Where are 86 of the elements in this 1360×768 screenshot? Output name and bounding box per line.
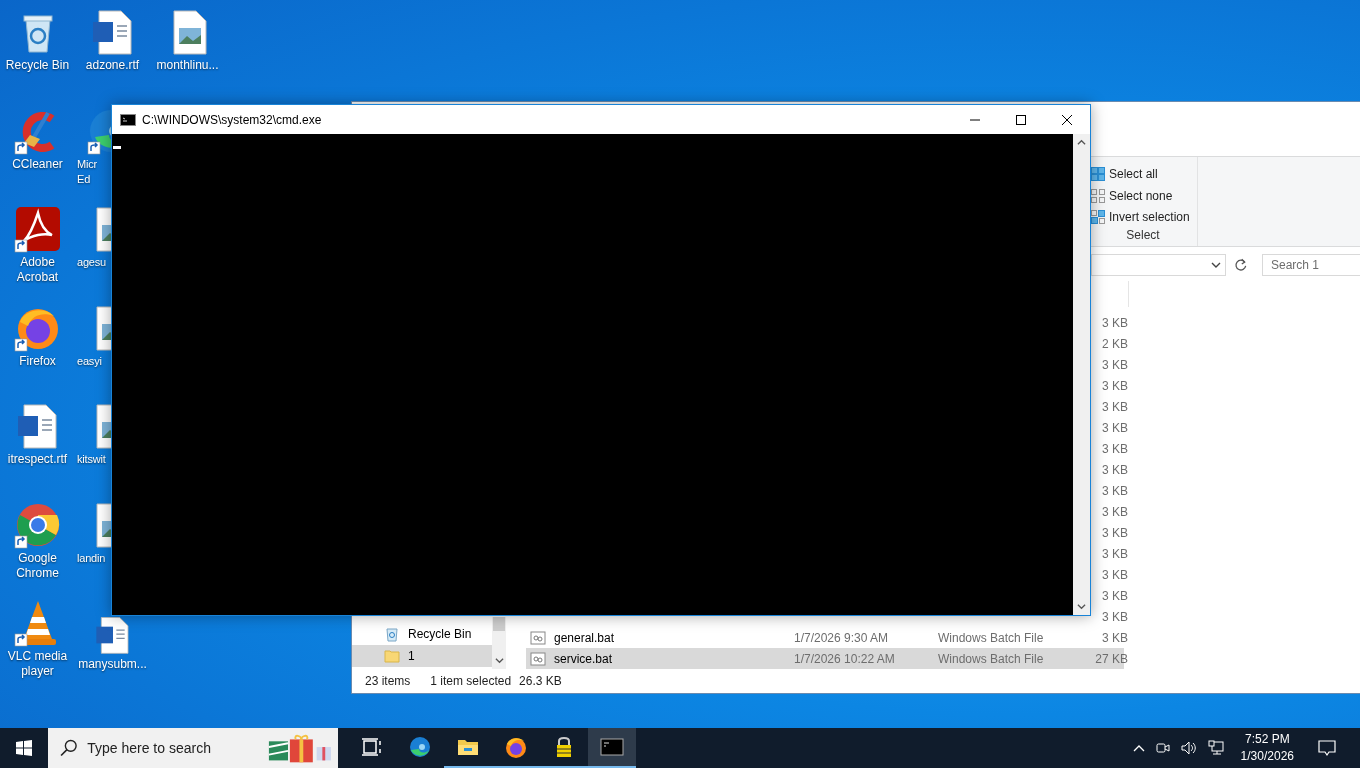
camera-icon[interactable] <box>1154 740 1171 756</box>
batch-file-icon <box>530 651 546 666</box>
scroll-down-icon[interactable] <box>494 656 504 665</box>
icon-label[interactable]: Firefox <box>19 353 56 369</box>
close-icon <box>1062 114 1072 125</box>
icon-label[interactable]: Micr Ed <box>75 156 97 187</box>
icon-label[interactable]: Recycle Bin <box>5 58 70 73</box>
file-size: 2 KB <box>1101 336 1128 351</box>
folder-icon <box>384 648 400 664</box>
selection-info: 1 item selected <box>430 674 512 688</box>
nav-item[interactable]: 1 <box>352 645 492 667</box>
file-type: Windows Batch File <box>938 630 1045 645</box>
file-size: 3 KB <box>1101 462 1128 477</box>
file-size: 3 KB <box>1101 483 1128 498</box>
file-size: 3 KB <box>1101 630 1128 645</box>
file-size: 3 KB <box>1101 525 1128 540</box>
file-size: 3 KB <box>1101 546 1128 561</box>
file-size: 3 KB <box>1101 588 1128 603</box>
pdf-app-icon[interactable] <box>13 205 62 253</box>
file-size: 3 KB <box>1101 609 1128 624</box>
refresh-icon[interactable] <box>1234 258 1248 272</box>
item-count: 23 items <box>365 674 411 688</box>
window-title: C:\WINDOWS\system32\cmd.exe <box>142 112 322 127</box>
taskbar-app[interactable] <box>588 728 636 768</box>
icon-label[interactable]: VLC media player <box>7 649 68 679</box>
console-icon <box>600 735 624 759</box>
file-size: 3 KB <box>1101 567 1128 582</box>
file-size: 3 KB <box>1101 315 1128 330</box>
text-cursor <box>113 146 121 149</box>
clock[interactable]: 7:52 PM 1/30/2026 <box>1240 731 1294 765</box>
group-label: Select <box>1126 228 1160 242</box>
file-size: 3 KB <box>1101 441 1128 456</box>
file-date: 1/7/2026 10:22 AM <box>794 651 896 666</box>
icon-label[interactable]: itrespect.rtf <box>7 452 68 467</box>
search-bar[interactable]: Type here to search <box>48 728 338 768</box>
icon-label[interactable]: monthlinu... <box>156 58 219 73</box>
file-size: 3 KB <box>1101 399 1128 414</box>
grid-icon <box>1091 210 1105 225</box>
address-field[interactable] <box>1091 254 1227 276</box>
search-icon <box>60 739 78 757</box>
file-name: service.bat <box>554 651 614 666</box>
scroll-up-icon[interactable] <box>1077 138 1086 147</box>
file-size: 3 KB <box>1101 357 1128 372</box>
scrollbar[interactable] <box>492 617 506 669</box>
selection-size: 26.3 KB <box>519 674 562 688</box>
file-size: 3 KB <box>1101 504 1128 519</box>
maximize-icon <box>1016 114 1026 125</box>
file-type: Windows Batch File <box>938 651 1045 666</box>
browser-icon <box>408 735 432 759</box>
minimize-icon <box>970 118 980 121</box>
grid-icon <box>1091 188 1105 203</box>
icon-label[interactable]: kitswit <box>75 452 106 467</box>
icon-label[interactable]: manysubm... <box>78 657 147 672</box>
browser-icon <box>504 735 528 759</box>
volume-icon[interactable] <box>1180 740 1197 756</box>
icon-label[interactable]: adzone.rtf <box>85 58 140 73</box>
icon-label[interactable]: Google Chrome <box>16 550 59 581</box>
task-view-icon <box>360 735 384 759</box>
gift-drawing <box>267 733 334 763</box>
scroll-down-icon[interactable] <box>1077 602 1086 611</box>
search-field[interactable]: Type here to search <box>85 739 260 757</box>
file-size: 3 KB <box>1101 378 1128 393</box>
file-date: 1/7/2026 9:30 AM <box>794 630 890 645</box>
notification-icon[interactable] <box>1318 739 1336 757</box>
grid-icon <box>1091 166 1105 181</box>
icon-label[interactable]: CCleaner <box>12 156 63 172</box>
scrollbar[interactable] <box>1073 134 1090 615</box>
icon-label[interactable]: Adobe Acrobat <box>16 255 59 285</box>
file-size: 3 KB <box>1101 420 1128 435</box>
batch-file-icon <box>530 630 546 645</box>
chevron-up-icon[interactable] <box>1132 744 1145 752</box>
console-icon <box>120 113 136 126</box>
network-icon[interactable] <box>1206 740 1225 756</box>
icon-label[interactable]: landin <box>75 550 106 566</box>
icon-label[interactable]: easyi <box>75 353 102 369</box>
recycle-bin-icon <box>384 626 400 642</box>
icon-label[interactable]: agesu <box>75 255 106 270</box>
file-name: general.bat <box>554 630 616 645</box>
scroll-thumb[interactable] <box>493 617 505 631</box>
ribbon-button[interactable]: Select none <box>1089 184 1197 207</box>
search-field[interactable]: Search 1 <box>1262 254 1360 276</box>
nav-item[interactable]: Recycle Bin <box>352 623 492 645</box>
windows-logo-icon <box>16 740 32 756</box>
ribbon-button[interactable]: Select all <box>1089 163 1197 185</box>
ribbon-button[interactable]: Invert selection <box>1089 206 1197 228</box>
chevron-down-icon[interactable] <box>1211 260 1222 270</box>
